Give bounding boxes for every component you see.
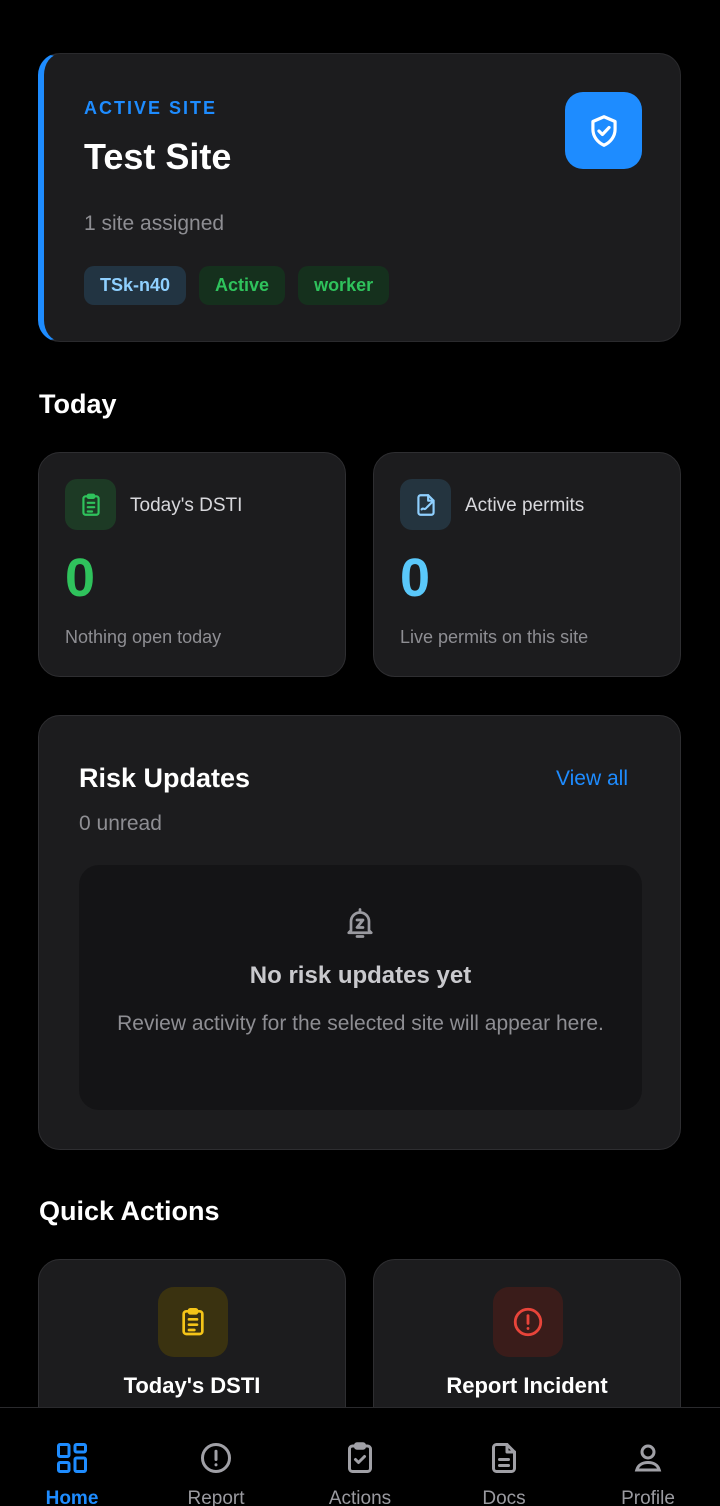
site-title: Test Site [84, 136, 232, 177]
nav-label: Docs [482, 1488, 526, 1506]
dsti-count: 0 [65, 548, 96, 608]
clipboard-icon [158, 1287, 228, 1357]
permits-count: 0 [400, 548, 431, 608]
empty-state-title: No risk updates yet [249, 962, 472, 989]
permits-caption: Live permits on this site [400, 627, 589, 647]
person-icon [634, 1444, 662, 1472]
nav-label: Report [187, 1488, 245, 1506]
dsti-label: Today's DSTI [130, 495, 243, 516]
site-role-chip: worker [298, 266, 390, 305]
quick-actions-heading: Quick Actions [39, 1196, 220, 1226]
bell-snooze-icon [347, 908, 373, 938]
permit-document-icon [400, 479, 451, 530]
unread-count: 0 unread [79, 812, 162, 835]
nav-item-home[interactable]: Home [0, 1408, 144, 1506]
permits-label: Active permits [465, 495, 585, 516]
bottom-nav: Home Report Actions Docs Profile [0, 1407, 720, 1506]
active-site-eyebrow: ACTIVE SITE [84, 98, 218, 118]
nav-item-report[interactable]: Report [144, 1408, 288, 1506]
nav-label: Profile [621, 1488, 675, 1506]
todays-dsti-card[interactable]: Today's DSTI 0 Nothing open today [38, 452, 346, 677]
nav-label: Actions [328, 1488, 392, 1506]
grid-icon [57, 1443, 87, 1473]
empty-state: No risk updates yet Review activity for … [79, 865, 642, 1110]
today-heading: Today [39, 389, 117, 419]
alert-circle-icon [201, 1443, 231, 1473]
active-site-card[interactable]: ACTIVE SITE Test Site 1 site assigned TS… [38, 53, 681, 342]
active-permits-card[interactable]: Active permits 0 Live permits on this si… [373, 452, 681, 677]
site-assigned-count: 1 site assigned [84, 212, 225, 235]
clipboard-check-icon [348, 1442, 372, 1473]
nav-label: Home [45, 1488, 99, 1506]
dsti-caption: Nothing open today [65, 627, 222, 647]
risk-updates-card: Risk Updates View all 0 unread No risk u… [38, 715, 681, 1150]
document-icon [492, 1443, 516, 1473]
alert-circle-icon [493, 1287, 563, 1357]
view-all-link[interactable]: View all [556, 767, 628, 791]
clipboard-icon [65, 479, 116, 530]
risk-updates-title: Risk Updates [79, 763, 251, 793]
nav-item-profile[interactable]: Profile [576, 1408, 720, 1506]
shield-check-icon [565, 92, 642, 169]
site-status-chip: Active [199, 266, 286, 305]
empty-state-text: Review activity for the selected site wi… [117, 1012, 604, 1035]
site-chips: TSk-n40 Active worker [84, 266, 390, 305]
quick-action-label: Report Incident [446, 1373, 608, 1398]
nav-item-docs[interactable]: Docs [432, 1408, 576, 1506]
nav-item-actions[interactable]: Actions [288, 1408, 432, 1506]
quick-action-label: Today's DSTI [123, 1373, 261, 1398]
site-code-chip: TSk-n40 [84, 266, 187, 305]
